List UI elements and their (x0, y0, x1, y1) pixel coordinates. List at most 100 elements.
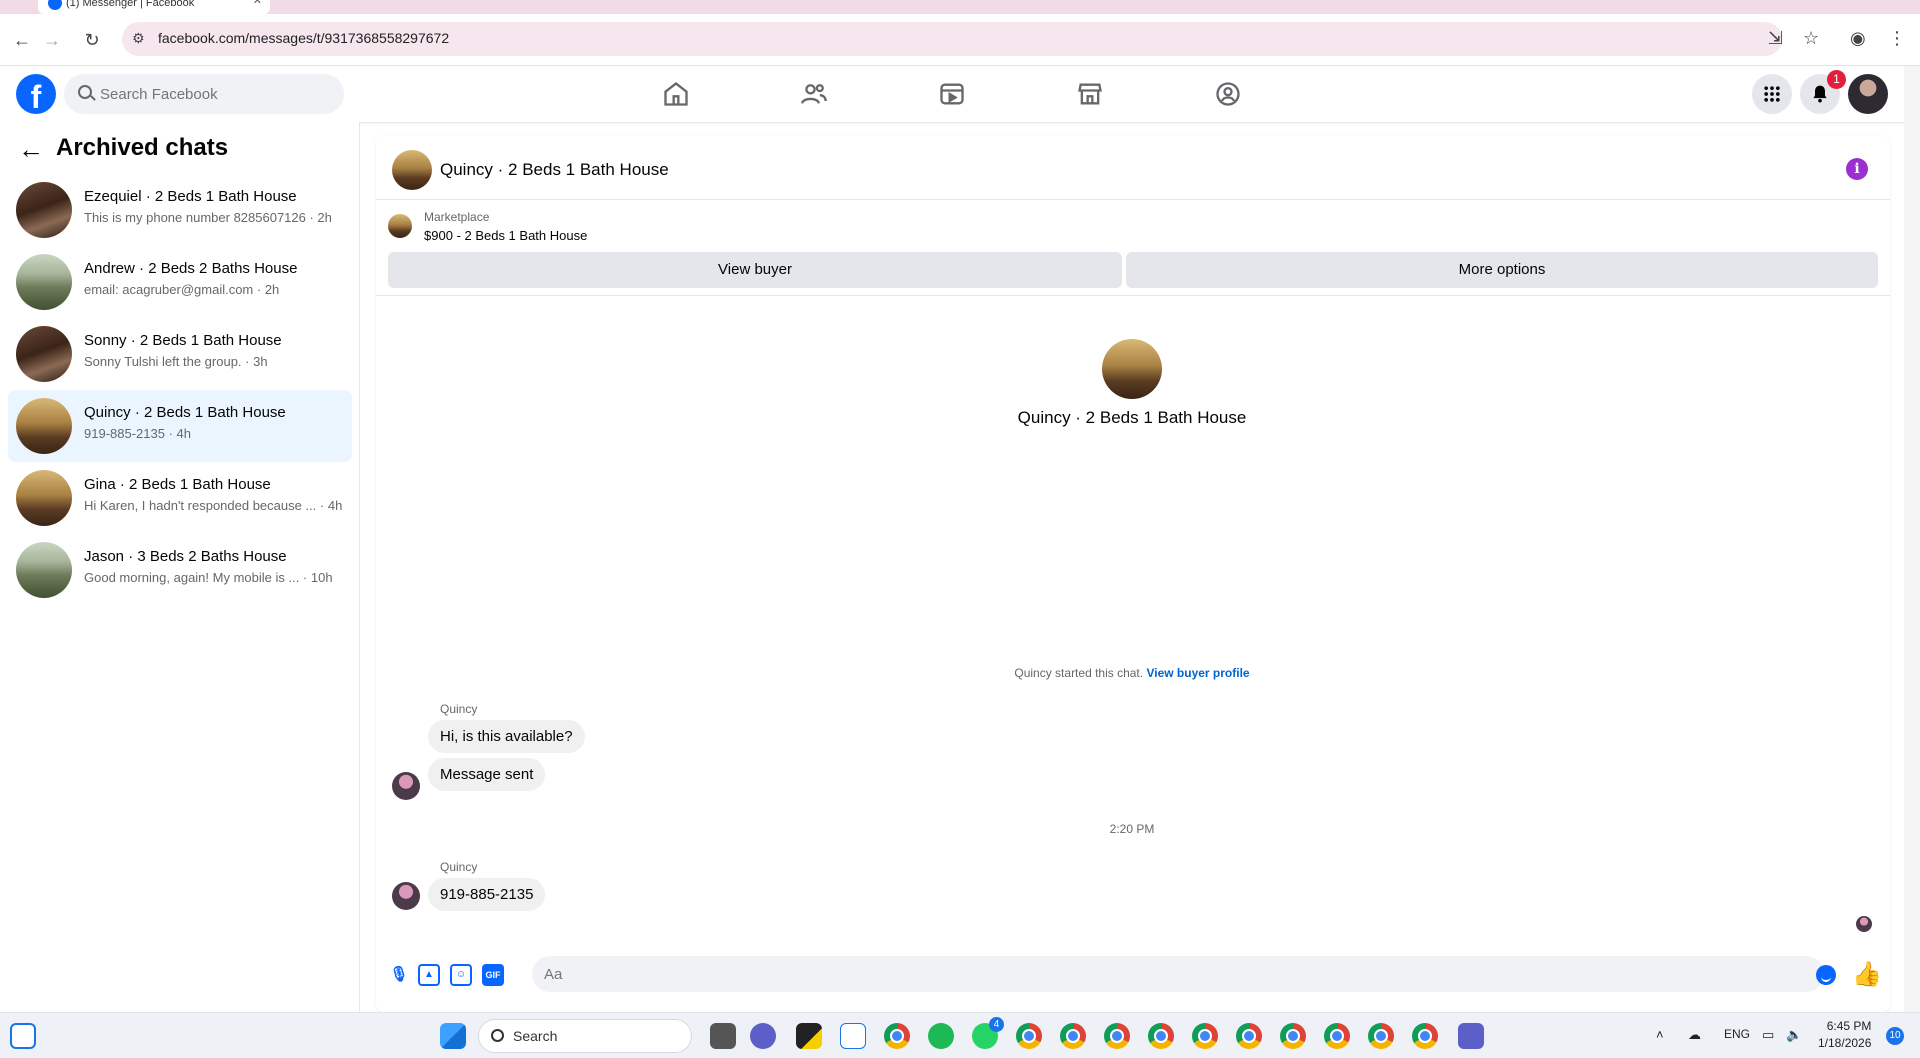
browser-menu-icon[interactable]: ⋮ (1888, 28, 1906, 49)
sender-avatar (392, 882, 420, 910)
facebook-search[interactable] (64, 74, 344, 114)
nav-friends-icon[interactable] (796, 76, 832, 112)
install-app-icon[interactable]: ⇲ (1768, 28, 1783, 49)
whatsapp-badge: 4 (989, 1017, 1004, 1032)
message-bubble[interactable]: Message sent (428, 758, 546, 791)
photo-icon[interactable]: ▲ (418, 964, 440, 986)
nav-groups-icon[interactable] (1210, 76, 1246, 112)
nav-home-icon[interactable] (658, 76, 694, 112)
bookmark-star-icon[interactable]: ☆ (1803, 28, 1819, 49)
message-composer: 🎙 ▲ ☺ GIF 👍 (376, 946, 1890, 1002)
chrome-profile-icon[interactable] (1280, 1023, 1306, 1049)
widgets-icon[interactable] (10, 1023, 36, 1049)
chrome-profile-icon[interactable] (1192, 1023, 1218, 1049)
conversation-avatar[interactable] (392, 150, 432, 190)
more-options-button[interactable]: More options (1126, 252, 1878, 288)
message-bubble[interactable]: 919-885-2135 (428, 878, 546, 911)
back-icon[interactable]: ← (10, 28, 34, 52)
chat-item-andrew[interactable]: Andrew · 2 Beds 2 Baths House email: aca… (8, 246, 352, 318)
nav-marketplace-icon[interactable] (1072, 76, 1108, 112)
info-icon[interactable]: i (1846, 158, 1868, 180)
chrome-profile-icon[interactable] (1368, 1023, 1394, 1049)
notifications-bell-icon[interactable]: 1 (1800, 70, 1846, 114)
listing-title[interactable]: $900 - 2 Beds 1 Bath House (424, 228, 587, 243)
thumbs-up-icon[interactable]: 👍 (1852, 960, 1882, 989)
spotify-icon[interactable] (928, 1023, 954, 1049)
reload-icon[interactable]: ↻ (80, 28, 104, 52)
page-scrollbar[interactable] (1904, 66, 1920, 1012)
started-text: Quincy started this chat. (1014, 666, 1144, 680)
windows-start-icon[interactable] (440, 1023, 466, 1049)
facebook-search-input[interactable] (100, 74, 330, 114)
chrome-profile-icon[interactable] (1016, 1023, 1042, 1049)
clock-time: 6:45 PM (1826, 1019, 1872, 1033)
teams-chat-icon[interactable] (750, 1023, 776, 1049)
browser-tab[interactable]: (1) Messenger | Facebook ✕ (38, 0, 270, 14)
chrome-profile-icon[interactable] (1236, 1023, 1262, 1049)
chat-preview: 919-885-2135 · 4h (84, 426, 191, 441)
sticker-icon[interactable]: ☺ (450, 964, 472, 986)
forward-icon[interactable]: → (40, 28, 64, 52)
account-avatar[interactable] (1848, 74, 1888, 114)
notification-badge: 1 (1827, 70, 1846, 89)
chrome-profile-icon[interactable] (1412, 1023, 1438, 1049)
conversation-header: Quincy · 2 Beds 1 Bath House i (376, 136, 1890, 200)
tab-title: (1) Messenger | Facebook (66, 0, 195, 9)
message-bubble[interactable]: Hi, is this available? (428, 720, 585, 753)
chrome-profile-icon[interactable] (1060, 1023, 1086, 1049)
chrome-profile-icon[interactable] (1148, 1023, 1174, 1049)
chrome-profile-icon[interactable] (1324, 1023, 1350, 1049)
chrome-icon[interactable] (884, 1023, 910, 1049)
chat-avatar (16, 398, 72, 454)
emoji-icon[interactable] (1816, 965, 1836, 985)
chrome-profile-icon[interactable] (1104, 1023, 1130, 1049)
search-icon (491, 1029, 504, 1042)
whatsapp-icon[interactable]: 4 (972, 1017, 1004, 1049)
chat-item-jason[interactable]: Jason · 3 Beds 2 Baths House Good mornin… (8, 534, 352, 606)
chat-name: Quincy · 2 Beds 1 Bath House (84, 404, 286, 421)
intro-avatar (1102, 339, 1162, 399)
taskbar-search[interactable]: Search (478, 1019, 692, 1053)
conversation-title[interactable]: Quincy · 2 Beds 1 Bath House (440, 160, 669, 180)
nav-video-icon[interactable] (934, 76, 970, 112)
close-tab-icon[interactable]: ✕ (253, 0, 262, 7)
chat-item-sonny[interactable]: Sonny · 2 Beds 1 Bath House Sonny Tulshi… (8, 318, 352, 390)
chat-item-gina[interactable]: Gina · 2 Beds 1 Bath House Hi Karen, I h… (8, 462, 352, 534)
facebook-logo-icon[interactable]: f (16, 74, 56, 115)
intro-name: Quincy · 2 Beds 1 Bath House (1017, 408, 1247, 427)
snipping-tool-icon[interactable] (840, 1023, 866, 1049)
chat-preview: Hi Karen, I hadn't responded because ...… (84, 498, 343, 513)
chat-name: Gina · 2 Beds 1 Bath House (84, 476, 271, 493)
chat-avatar (16, 326, 72, 382)
cloud-offline-icon[interactable]: ☁ (1688, 1027, 1701, 1043)
message-sender: Quincy (440, 702, 478, 716)
volume-icon[interactable]: 🔈 (1786, 1027, 1802, 1043)
chat-name: Andrew · 2 Beds 2 Baths House (84, 260, 298, 277)
taskbar-clock[interactable]: 6:45 PM 1/18/2026 (1818, 1018, 1871, 1052)
message-sender: Quincy (440, 860, 478, 874)
microphone-icon[interactable]: 🎙 (388, 964, 410, 986)
language-indicator[interactable]: ENG (1724, 1027, 1750, 1041)
site-info-icon[interactable]: ⚙ (132, 30, 145, 47)
notification-center-badge[interactable]: 10 (1886, 1027, 1904, 1045)
chat-item-quincy[interactable]: Quincy · 2 Beds 1 Bath House 919-885-213… (8, 390, 352, 462)
teams-icon[interactable] (1458, 1023, 1484, 1049)
message-input[interactable] (532, 956, 1824, 992)
chat-avatar (16, 542, 72, 598)
listing-thumbnail (388, 214, 412, 238)
chat-started-notice: Quincy started this chat. View buyer pro… (376, 666, 1888, 680)
network-icon[interactable]: ▭ (1762, 1027, 1774, 1043)
chevron-up-icon[interactable]: ˄ (1656, 1027, 1664, 1042)
sticky-notes-icon[interactable] (796, 1023, 822, 1049)
address-bar[interactable]: ⚙ facebook.com/messages/t/93173685582976… (122, 22, 1782, 56)
profile-icon[interactable]: ◉ (1850, 28, 1866, 49)
view-buyer-profile-link[interactable]: View buyer profile (1146, 666, 1249, 680)
task-view-icon[interactable] (710, 1023, 736, 1049)
time-divider: 2:20 PM (1109, 822, 1155, 836)
back-arrow-icon[interactable]: ← (18, 134, 44, 165)
view-buyer-button[interactable]: View buyer (388, 252, 1122, 288)
chat-item-ezequiel[interactable]: Ezequiel · 2 Beds 1 Bath House This is m… (8, 174, 352, 246)
gif-icon[interactable]: GIF (482, 964, 504, 986)
chat-avatar (16, 254, 72, 310)
menu-grid-icon[interactable] (1752, 74, 1792, 114)
